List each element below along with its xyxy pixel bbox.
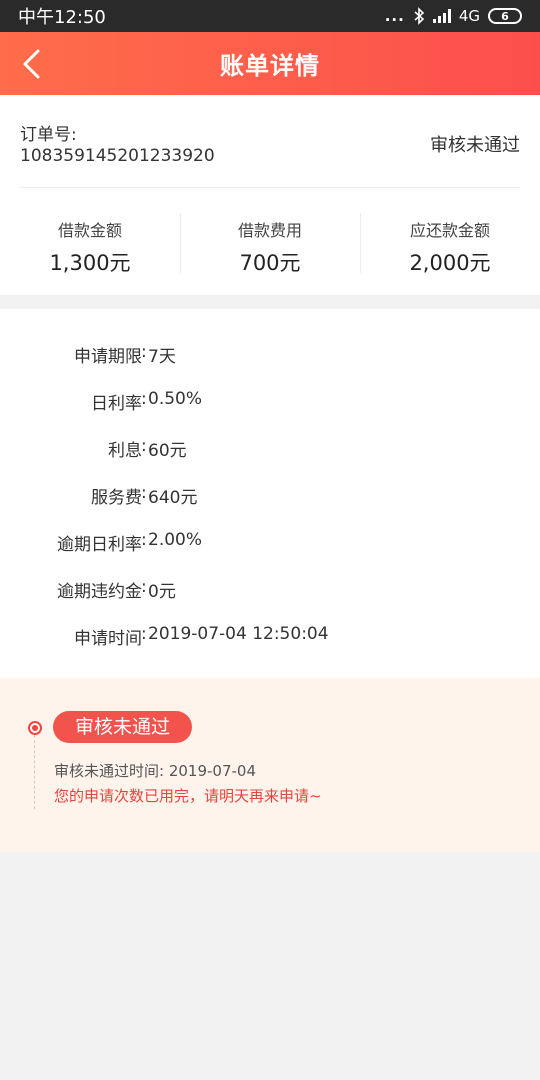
status-badge: 审核未通过 xyxy=(53,711,193,743)
status-time: 中午12:50 xyxy=(18,7,106,28)
detail-row-service-fee: 服务费 : 640元 xyxy=(0,483,540,513)
detail-row-overdue-penalty: 逾期违约金 : 0元 xyxy=(0,577,540,607)
detail-label: 逾期日利率 xyxy=(57,535,142,555)
amount-value: 700元 xyxy=(239,251,301,275)
rejection-message: 您的申请次数已用完，请明天再来申请~ xyxy=(54,787,322,805)
detail-value: 0.50% xyxy=(148,389,203,409)
signal-icon xyxy=(432,9,451,23)
detail-row-daily-rate: 日利率 : 0.50% xyxy=(0,389,540,419)
detail-row-term: 申请期限 : 7天 xyxy=(0,342,540,372)
order-number: 108359145201233920 xyxy=(20,146,215,166)
page-title: 账单详情 xyxy=(220,52,320,80)
detail-row-interest: 利息 : 60元 xyxy=(0,436,540,466)
detail-row-overdue-rate: 逾期日利率 : 2.00% xyxy=(0,530,540,560)
detail-row-apply-time: 申请时间 : 2019-07-04 12:50:04 xyxy=(0,624,540,654)
loan-details-card: 申请期限 : 7天 日利率 : 0.50% 利息 : 60元 服务费 : 640… xyxy=(0,309,540,678)
status-icons: ... 4G 6 xyxy=(385,7,522,25)
loan-fee: 借款费用 700元 xyxy=(180,213,360,275)
amount-label: 借款费用 xyxy=(237,221,302,240)
detail-label: 申请时间 xyxy=(74,629,142,649)
detail-value: 7天 xyxy=(148,347,176,367)
amount-value: 2,000元 xyxy=(409,251,491,275)
amount-value: 1,300元 xyxy=(49,251,131,275)
rejection-time: 审核未通过时间: 2019-07-04 xyxy=(54,762,256,780)
order-status: 审核未通过 xyxy=(430,135,520,156)
amount-summary: 借款金额 1,300元 借款费用 700元 应还款金额 2,000元 xyxy=(0,213,540,275)
detail-separator: : xyxy=(141,577,147,597)
battery-icon: 6 xyxy=(488,8,522,24)
network-type: 4G xyxy=(458,7,480,25)
repayment-amount: 应还款金额 2,000元 xyxy=(360,213,540,275)
detail-label: 逾期违约金 xyxy=(57,582,142,602)
detail-value: 640元 xyxy=(148,488,198,508)
detail-separator: : xyxy=(141,342,147,362)
review-timeline: 审核未通过 审核未通过时间: 2019-07-04 您的申请次数已用完，请明天再… xyxy=(0,678,540,852)
timeline-line xyxy=(34,735,35,809)
detail-value: 0元 xyxy=(148,582,176,602)
more-dots-icon: ... xyxy=(384,7,405,25)
detail-label: 申请期限 xyxy=(74,347,142,367)
detail-separator: : xyxy=(141,436,147,456)
detail-value: 2019-07-04 12:50:04 xyxy=(148,624,329,644)
detail-separator: : xyxy=(141,624,147,644)
order-summary-card: 订单号: 108359145201233920 审核未通过 借款金额 1,300… xyxy=(0,95,540,295)
loan-amount: 借款金额 1,300元 xyxy=(0,213,180,275)
detail-separator: : xyxy=(141,530,147,550)
bluetooth-icon xyxy=(414,7,424,25)
amount-label: 应还款金额 xyxy=(409,221,490,240)
detail-separator: : xyxy=(141,483,147,503)
timeline-dot-icon xyxy=(28,721,42,735)
battery-level: 6 xyxy=(501,9,509,23)
order-info-row: 订单号: 108359145201233920 审核未通过 xyxy=(20,95,520,188)
detail-label: 日利率 xyxy=(91,394,142,414)
detail-separator: : xyxy=(141,389,147,409)
detail-label: 服务费 xyxy=(91,488,142,508)
back-arrow-icon[interactable] xyxy=(18,48,48,80)
app-header: 账单详情 xyxy=(0,32,540,95)
detail-label: 利息 xyxy=(108,441,142,461)
detail-value: 2.00% xyxy=(148,530,203,550)
status-bar: 中午12:50 ... 4G 6 xyxy=(0,0,540,32)
amount-label: 借款金额 xyxy=(57,221,122,240)
order-number-label: 订单号: xyxy=(20,125,77,145)
detail-value: 60元 xyxy=(148,441,187,461)
